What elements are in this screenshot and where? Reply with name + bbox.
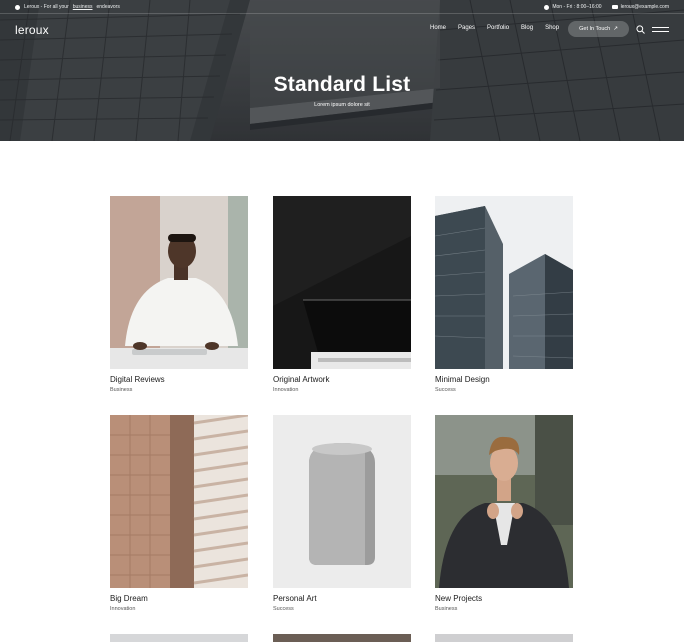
portfolio-image[interactable] [435, 196, 573, 369]
chat-icon [15, 4, 20, 10]
portfolio-photo-businessman [435, 415, 573, 588]
site-logo[interactable]: leroux [15, 23, 49, 37]
portfolio-category[interactable]: Business [435, 606, 573, 612]
page-title: Standard List [273, 73, 411, 96]
portfolio-photo-man-laptop [110, 196, 248, 369]
portfolio-card[interactable]: New Projects Business [435, 415, 573, 612]
portfolio-category[interactable]: Innovation [273, 387, 411, 393]
hours-item: Mon - Fri : 8:00–16:00 [544, 4, 602, 10]
portfolio-photo-architecture [110, 415, 248, 588]
portfolio-image[interactable] [273, 196, 411, 369]
portfolio-category[interactable]: Innovation [110, 606, 248, 612]
portfolio-image[interactable] [110, 415, 248, 588]
search-icon[interactable] [636, 25, 645, 34]
hero-section: Leroux - For all your business endeavors… [0, 0, 684, 141]
arrow-up-right-icon: ↗ [613, 26, 618, 32]
portfolio-image-partial[interactable] [435, 634, 573, 642]
page-subtitle: Lorem ipsum dolore sit [314, 102, 370, 108]
portfolio-photo-skyscrapers [435, 196, 573, 369]
main-nav: Home Pages Portfolio Blog Shop [430, 25, 559, 31]
get-in-touch-label: Get In Touch [579, 26, 611, 32]
hamburger-menu-icon[interactable] [652, 27, 669, 33]
portfolio-category[interactable]: Success [435, 387, 573, 393]
portfolio-image[interactable] [273, 415, 411, 588]
mail-icon [611, 5, 618, 9]
portfolio-category[interactable]: Business [110, 387, 248, 393]
portfolio-title[interactable]: Minimal Design [435, 375, 573, 385]
tagline-text: Leroux - For all your [24, 4, 69, 10]
tagline-link[interactable]: business [73, 4, 93, 10]
portfolio-image-partial[interactable] [110, 634, 248, 642]
nav-item-portfolio[interactable]: Portfolio [487, 25, 509, 31]
email-link[interactable]: leroux@example.com [621, 4, 669, 10]
portfolio-title[interactable]: Personal Art [273, 594, 411, 604]
portfolio-title[interactable]: Original Artwork [273, 375, 411, 385]
portfolio-title[interactable]: Big Dream [110, 594, 248, 604]
portfolio-card[interactable]: Digital Reviews Business [110, 196, 248, 393]
portfolio-image-partial[interactable] [273, 634, 411, 642]
clock-icon [544, 4, 550, 10]
tagline: Leroux - For all your business endeavors [15, 4, 120, 10]
nav-item-shop[interactable]: Shop [545, 25, 559, 31]
portfolio-title[interactable]: Digital Reviews [110, 375, 248, 385]
portfolio-image[interactable] [435, 415, 573, 588]
tagline-suffix: endeavors [96, 4, 120, 10]
portfolio-card[interactable]: Personal Art Success [273, 415, 411, 612]
top-bar: Leroux - For all your business endeavors… [0, 0, 684, 14]
portfolio-card[interactable]: Original Artwork Innovation [273, 196, 411, 393]
portfolio-card[interactable]: Minimal Design Success [435, 196, 573, 393]
portfolio-category[interactable]: Success [273, 606, 411, 612]
email-item[interactable]: leroux@example.com [611, 4, 669, 10]
nav-item-pages[interactable]: Pages [458, 25, 475, 31]
portfolio-card[interactable]: Big Dream Innovation [110, 415, 248, 612]
portfolio-photo-speaker [273, 415, 411, 588]
portfolio-image[interactable] [110, 196, 248, 369]
portfolio-title[interactable]: New Projects [435, 594, 573, 604]
nav-item-home[interactable]: Home [430, 25, 446, 31]
portfolio-photo-laptop-dark [273, 196, 411, 369]
contact-info: Mon - Fri : 8:00–16:00 leroux@example.co… [544, 4, 669, 10]
get-in-touch-button[interactable]: Get In Touch ↗ [568, 21, 629, 37]
nav-item-blog[interactable]: Blog [521, 25, 533, 31]
hours-text: Mon - Fri : 8:00–16:00 [552, 4, 602, 10]
